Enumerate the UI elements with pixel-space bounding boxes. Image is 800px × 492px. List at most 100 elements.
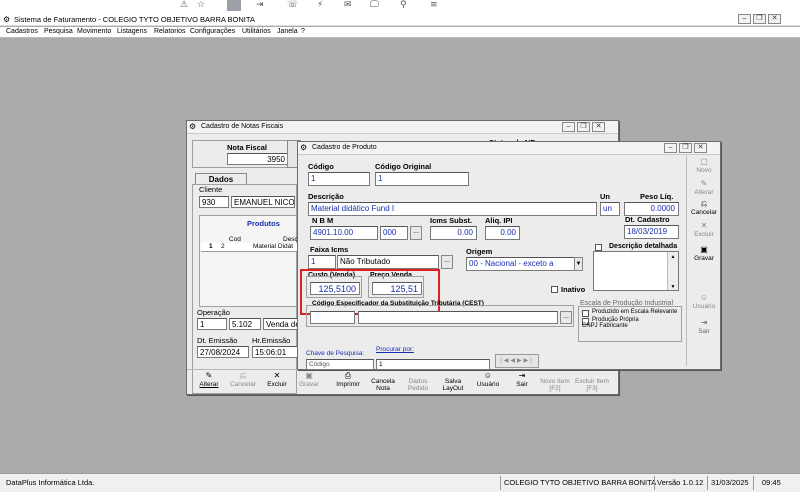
sair-button[interactable]: ⇥ Sair [509, 371, 535, 389]
produto-window: ⚙ Cadastro de Produto – ❐ ✕ Código 1 Cód… [297, 141, 721, 370]
peso-field[interactable]: 0.0000 [624, 202, 679, 216]
cliente-name-field[interactable]: EMANUEL NICO [231, 196, 295, 208]
faixa-icms-code-field[interactable]: 1 [308, 255, 336, 269]
codigo-field[interactable]: 1 [308, 172, 370, 186]
menu-pesquisa[interactable]: Pesquisa [44, 28, 73, 35]
descricao-detalhada-checkbox[interactable] [595, 244, 602, 251]
menu-cadastros[interactable]: Cadastros [6, 28, 38, 35]
textarea-scrollbar[interactable]: ▲ ▼ [667, 252, 678, 290]
novo-button[interactable]: ▢ Novo [692, 158, 716, 175]
gravar-button[interactable]: ▣ Gravar [692, 246, 716, 263]
record-navigator[interactable]: |◀◀▶▶| [495, 354, 539, 368]
imprimir-button[interactable]: ⎙ Imprimir [333, 372, 363, 389]
alterar-button[interactable]: ✎ Alterar [692, 179, 716, 197]
monitor-icon[interactable]: 🖵 [370, 0, 379, 10]
hr-emissao-field[interactable]: 15:06:01 [252, 346, 298, 358]
close-button[interactable]: ✕ [592, 122, 605, 132]
operacao-num-field[interactable]: 1 [197, 318, 227, 330]
chave-pesquisa-select[interactable]: Código [306, 359, 374, 370]
dt-cadastro-field[interactable]: 18/03/2019 [624, 225, 679, 239]
procurar-field[interactable]: 1 [376, 359, 490, 370]
menu-relatorios[interactable]: Relatorios [154, 28, 186, 35]
sair-button[interactable]: ⇥ Sair [692, 319, 716, 336]
inativo-label: Inativo [561, 285, 586, 294]
gravar-button[interactable]: ▣ Gravar [295, 371, 323, 389]
undo-icon: ⎌ [239, 371, 247, 380]
save-icon: ▣ [305, 371, 313, 380]
user-icon: ☺ [483, 371, 493, 380]
warning-icon[interactable]: ⚠ [180, 0, 188, 10]
un-field[interactable]: un [600, 202, 620, 216]
selected-toolbar-button[interactable] [227, 0, 241, 11]
codigo-label: Código [308, 162, 334, 171]
menu-janela[interactable]: Janela [277, 28, 298, 35]
cancelar-button[interactable]: ⎌ Cancelar [227, 371, 259, 389]
restore-button[interactable]: ❐ [577, 122, 590, 132]
alterar-button[interactable]: ✎ Alterar [195, 372, 223, 389]
descricao-label: Descrição [308, 192, 344, 201]
row-num: 1 [209, 243, 213, 250]
descricao-field[interactable]: Material didático Fund I [308, 202, 597, 216]
restore-button[interactable]: ❐ [753, 14, 766, 24]
procurar-label: Procurar por: [376, 346, 414, 353]
custo-field[interactable]: 125,5100 [310, 282, 360, 295]
menu-configuracoes[interactable]: Configurações [190, 28, 235, 35]
menu-movimento[interactable]: Movimento [77, 28, 111, 35]
usuario-button[interactable]: ☺ Usuário [473, 371, 503, 389]
cest-desc-field[interactable] [358, 311, 558, 324]
list-icon[interactable]: ≡ [430, 0, 438, 10]
aliq-ipi-field[interactable]: 0.00 [485, 226, 520, 240]
usuario-button[interactable]: ☺ Usuário [690, 293, 718, 311]
preco-field[interactable]: 125,51 [372, 282, 422, 295]
close-button[interactable]: ✕ [768, 14, 781, 24]
nbm-ext-field[interactable]: 000 [380, 226, 408, 240]
restore-button[interactable]: ❐ [679, 143, 692, 153]
chevron-down-icon[interactable]: ▼ [574, 257, 583, 271]
cest-lookup-button[interactable]: ... [560, 311, 572, 324]
salva-layout-button[interactable]: Salva LayOut [437, 378, 469, 392]
edit-icon: ✎ [700, 179, 708, 188]
user-icon: ☺ [699, 293, 709, 302]
faixa-icms-lookup-button[interactable]: ... [441, 255, 453, 269]
dados-pedido-button[interactable]: Dados Pedido [403, 378, 433, 392]
minimize-button[interactable]: – [664, 143, 677, 153]
excluir-button[interactable]: ✕ Excluir [263, 372, 291, 389]
star-icon[interactable]: ☆ [197, 0, 205, 10]
exit-icon[interactable]: ⇥ [256, 0, 264, 10]
produtos-title: Produtos [247, 219, 280, 228]
status-separator [707, 476, 708, 490]
mail-icon[interactable]: ✉ [344, 0, 352, 10]
lightning-icon[interactable]: ⚡ [317, 0, 323, 10]
emissao-field[interactable]: 27/08/2024 [197, 346, 249, 358]
minimize-button[interactable]: – [738, 14, 751, 24]
operacao-desc-field[interactable]: Venda de [263, 318, 299, 330]
search-icon[interactable]: ⚲ [400, 0, 407, 10]
escala-relevante-checkbox[interactable] [582, 310, 589, 317]
cancelar-button[interactable]: ⎌ Cancelar [691, 200, 717, 217]
nota-fiscal-field[interactable]: 3950 [227, 153, 289, 165]
excluir-item-button[interactable]: Excluir Item [F3] [575, 378, 609, 392]
nbm-field[interactable]: 4901.10.00 [310, 226, 378, 240]
icms-subst-field[interactable]: 0.00 [430, 226, 477, 240]
novo-item-button[interactable]: Novo Item [F2] [539, 378, 571, 392]
cancela-nota-button[interactable]: Cancela Nota [367, 378, 399, 392]
cest-code-field[interactable] [310, 311, 355, 324]
close-button[interactable]: ✕ [694, 143, 707, 153]
faixa-icms-field[interactable]: Não Tributado [337, 255, 439, 269]
menu-help[interactable]: ? [301, 28, 305, 35]
hr-emissao-label: Hr.Emissão [252, 336, 291, 345]
excluir-button[interactable]: ✕ Excluir [692, 222, 716, 239]
cliente-code-field[interactable]: 930 [199, 196, 229, 208]
origem-select[interactable]: 00 - Nacional - exceto a [466, 257, 578, 271]
dt-cadastro-label: Dt. Cadastro [625, 215, 670, 224]
codigo-original-field[interactable]: 1 [375, 172, 469, 186]
menu-listagens[interactable]: Listagens [117, 28, 147, 35]
window-icon: ⚙ [189, 122, 197, 131]
exit-icon: ⇥ [518, 371, 526, 380]
operacao-code-field[interactable]: 5.102 [229, 318, 261, 330]
menu-utilitarios[interactable]: Utilitários [242, 28, 271, 35]
minimize-button[interactable]: – [562, 122, 575, 132]
phone-icon[interactable]: ☏ [287, 0, 298, 10]
nbm-lookup-button[interactable]: ... [410, 226, 422, 240]
inativo-checkbox[interactable] [551, 286, 558, 293]
